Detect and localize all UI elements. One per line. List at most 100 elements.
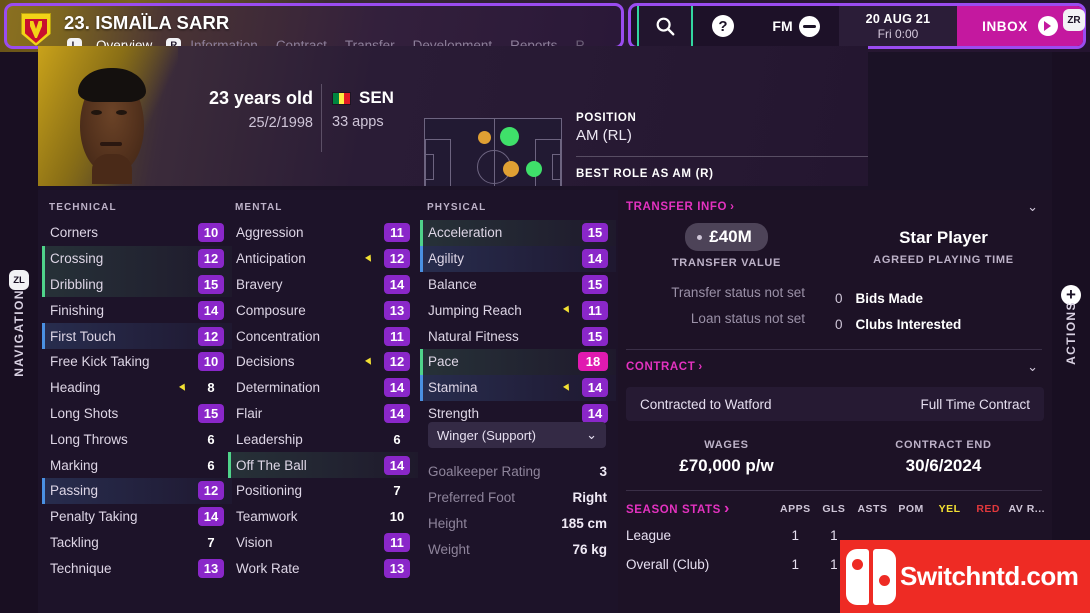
attribute-name: Aggression (236, 225, 304, 241)
cell-apps: 1 (791, 557, 800, 572)
trend-down-icon: ▼ (361, 250, 378, 267)
attribute-row[interactable]: Flair 14 (228, 401, 418, 427)
playing-time-cell: Star Player AGREED PLAYING TIME (835, 223, 1052, 269)
attribute-value: 10 (198, 352, 224, 372)
attribute-value: 13 (384, 300, 410, 320)
transfer-info-header[interactable]: TRANSFER INFO › ⌄ (618, 190, 1052, 219)
attribute-row[interactable]: Balance 15 (420, 272, 616, 298)
attribute-row[interactable]: Natural Fitness 15 (420, 323, 616, 349)
position-value: AM (RL) (576, 127, 632, 144)
attribute-value: 15 (582, 274, 608, 294)
cell-apps: 1 (791, 528, 800, 543)
info-value: Right (572, 489, 608, 505)
attribute-row[interactable]: Free Kick Taking 10 (42, 349, 232, 375)
attribute-row[interactable]: Passing 12 (42, 477, 232, 504)
trend-down-icon: ▼ (559, 379, 576, 396)
attribute-value: 14 (384, 378, 410, 398)
attribute-value: 14 (384, 274, 410, 294)
game-date-button[interactable]: 20 AUG 21 Fri 0:00 (839, 6, 957, 46)
attribute-name: Free Kick Taking (50, 354, 150, 370)
attribute-row[interactable]: Agility 14 (420, 245, 616, 272)
player-dob: 25/2/1998 (248, 115, 313, 131)
attribute-row[interactable]: First Touch 12 (42, 323, 232, 349)
info-key: Height (428, 515, 468, 531)
column-header-yellow-cards: YEL (938, 503, 961, 515)
fm-menu-button[interactable]: FM (753, 6, 839, 46)
chevron-right-icon: › (730, 201, 735, 213)
attribute-row[interactable]: Marking 6 (42, 452, 232, 478)
attribute-row[interactable]: Acceleration 15 (420, 220, 616, 246)
bids-made-count: 0 (835, 290, 843, 306)
actions-rail[interactable]: + ACTIONS (1052, 52, 1090, 613)
attribute-row[interactable]: Stamina ▼ 14 (420, 374, 616, 401)
attribute-row[interactable]: Positioning 7 (228, 478, 418, 504)
attribute-row[interactable]: Teamwork 10 (228, 504, 418, 530)
attribute-name: Leadership (236, 431, 303, 447)
role-selector-dropdown[interactable]: Winger (Support) ⌄ (428, 422, 606, 448)
attribute-row[interactable]: Bravery 14 (228, 272, 418, 298)
attribute-value: 11 (384, 326, 410, 346)
attribute-row[interactable]: Aggression 11 (228, 220, 418, 246)
column-header-gls: GLS (822, 503, 846, 515)
attribute-name: Work Rate (236, 560, 300, 576)
attribute-name: Off The Ball (236, 457, 307, 473)
attribute-row[interactable]: Pace 18 (420, 348, 616, 375)
zr-shoulder-key[interactable]: ZR (1063, 9, 1085, 31)
attribute-name: Determination (236, 380, 321, 396)
contract-end-caption: CONTRACT END (895, 439, 992, 451)
attribute-row[interactable]: Dribbling 15 (42, 271, 232, 298)
navigation-rail-label: NAVIGATION (12, 288, 26, 377)
attribute-value: 12 (198, 249, 224, 269)
navigation-rail[interactable]: ZL NAVIGATION (0, 52, 38, 613)
attribute-value: 14 (582, 378, 608, 398)
attribute-row[interactable]: Tackling 7 (42, 530, 232, 556)
attribute-row[interactable]: Long Shots 15 (42, 401, 232, 427)
help-button[interactable]: ? (693, 6, 753, 46)
clubs-interested-row: 0 Clubs Interested (835, 311, 1052, 337)
attribute-row[interactable]: Crossing 12 (42, 245, 232, 272)
attribute-value: 8 (207, 380, 215, 396)
attribute-row[interactable]: Finishing 14 (42, 297, 232, 323)
search-button[interactable] (637, 6, 693, 46)
collapse-chevron-icon[interactable]: ⌄ (1027, 199, 1038, 215)
attribute-row[interactable]: Work Rate 13 (228, 555, 418, 581)
playing-time-value: Star Player (899, 228, 988, 247)
contract-header[interactable]: CONTRACT › ⌄ (618, 350, 1052, 379)
attribute-row[interactable]: Determination 14 (228, 375, 418, 401)
attribute-row[interactable]: Penalty Taking 14 (42, 504, 232, 530)
senegal-flag-icon (332, 91, 351, 105)
info-key: Goalkeeper Rating (428, 463, 541, 479)
attribute-row[interactable]: Heading ▼ 8 (42, 375, 232, 401)
zl-shoulder-key[interactable]: ZL (9, 270, 29, 290)
attribute-row[interactable]: Technique 13 (42, 555, 232, 581)
season-stats-title-cell[interactable]: SEASON STATS › (626, 500, 776, 518)
club-crest-icon (19, 12, 53, 46)
attribute-row[interactable]: Composure 13 (228, 297, 418, 323)
attribute-row[interactable]: Anticipation ▼ 12 (228, 246, 418, 272)
collapse-chevron-icon[interactable]: ⌄ (1027, 359, 1038, 375)
attribute-row[interactable]: Vision 11 (228, 530, 418, 556)
attribute-name: Passing (50, 483, 99, 499)
info-key: Preferred Foot (428, 489, 516, 505)
attribute-value: 10 (389, 509, 405, 525)
attribute-row[interactable]: Corners 10 (42, 220, 232, 246)
attribute-row[interactable]: Long Throws 6 (42, 426, 232, 452)
player-overview-screen: 23. ISMAÏLA SARR L Overview R Informatio… (0, 0, 1090, 613)
attribute-name: Natural Fitness (428, 328, 519, 344)
technical-heading: TECHNICAL (49, 202, 117, 213)
attribute-value: 15 (198, 403, 224, 423)
attribute-row[interactable]: Leadership 6 (228, 426, 418, 452)
attribute-row[interactable]: Concentration 11 (228, 323, 418, 349)
contract-title: CONTRACT › (626, 361, 703, 373)
date-secondary: Fri 0:00 (877, 26, 919, 41)
attribute-row[interactable]: Jumping Reach ▼ 11 (420, 297, 616, 323)
info-row: Goalkeeper Rating 3 (420, 458, 616, 484)
attribute-row[interactable]: Off The Ball 14 (228, 452, 418, 478)
attribute-name: Teamwork (236, 509, 298, 525)
attribute-row[interactable]: Decisions ▼ 12 (228, 349, 418, 375)
attribute-name: Acceleration (428, 225, 503, 241)
contract-type: Full Time Contract (920, 396, 1030, 412)
attribute-value: 12 (198, 481, 224, 501)
info-key: Weight (428, 541, 470, 557)
wages-caption: WAGES (704, 439, 749, 451)
